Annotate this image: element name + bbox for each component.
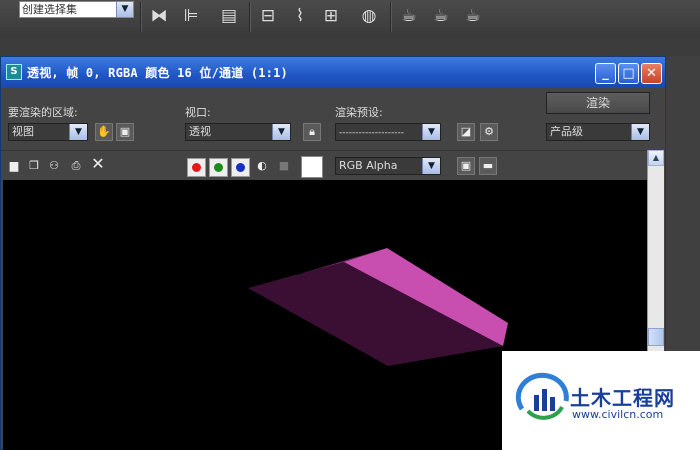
viewport-label: 视口: [185, 106, 211, 119]
clear-icon[interactable]: ✕ [91, 156, 105, 172]
chevron-down-icon[interactable]: ▼ [631, 124, 649, 140]
viewport-dropdown[interactable]: 透视 ▼ [185, 123, 291, 141]
toggle-ui-icon[interactable]: ▬ [479, 157, 497, 175]
channel-display-value: RGB Alpha [339, 159, 398, 172]
preset-label: 渲染预设: [335, 106, 383, 119]
quality-dropdown[interactable]: 产品级 ▼ [546, 123, 650, 141]
preset-dropdown[interactable]: -------------------- ▼ [335, 123, 441, 141]
schematic-view-icon[interactable]: ⊞ [318, 3, 344, 29]
chevron-down-icon[interactable]: ▼ [272, 124, 290, 140]
blue-channel-toggle[interactable] [231, 158, 250, 177]
frame-toolbar: ▆ ❐ ⚇ ⎙ ✕ ◐ ■ RGB Alpha ▼ ▣ ▬ [1, 150, 665, 181]
area-value: 视图 [12, 125, 34, 138]
environment-icon[interactable]: ◪ [457, 123, 475, 141]
channel-display-dropdown[interactable]: RGB Alpha ▼ [335, 157, 441, 175]
toolbar-separator [249, 2, 251, 32]
toolbar-strip [0, 36, 700, 56]
app-icon: S [6, 64, 22, 80]
region-lock-icon[interactable]: ▣ [116, 123, 134, 141]
scene-explorer-icon[interactable]: ⊟ [255, 3, 281, 29]
color-swatch[interactable] [301, 156, 323, 178]
area-label: 要渲染的区域: [8, 106, 78, 119]
chevron-down-icon[interactable]: ▼ [69, 124, 87, 140]
maximize-button[interactable]: □ [618, 63, 639, 84]
render-controls: 要渲染的区域: 视图 ▼ ✋ ▣ 视口: 透视 ▼ 🔒︎ 渲染预设: -----… [1, 88, 665, 150]
material-editor-icon[interactable]: ◍ [356, 3, 382, 29]
toolbar-separator [390, 2, 392, 32]
mirror-icon[interactable]: ⧓ [146, 3, 172, 29]
watermark-brand: 土木工程网 [570, 386, 675, 410]
rendered-frame-icon[interactable]: ☕ [428, 3, 454, 29]
area-dropdown[interactable]: 视图 ▼ [8, 123, 88, 141]
alpha-channel-icon[interactable]: ◐ [255, 159, 269, 173]
watermark-url: www.civilcn.com [572, 408, 664, 421]
render-button[interactable]: 渲染 [546, 92, 650, 114]
selection-set-value: 创建选择集 [22, 3, 77, 16]
copy-icon[interactable]: ❐ [27, 159, 41, 173]
pan-hand-icon[interactable]: ✋ [95, 123, 113, 141]
toggle-ui-overlay-icon[interactable]: ▣ [457, 157, 475, 175]
main-toolbar: 创建选择集 ▼ ⧓ ⊫ ▤ ⊟ ⌇ ⊞ ◍ ☕ ☕ ☕ [0, 0, 700, 37]
window-titlebar[interactable]: S 透视, 帧 0, RGBA 颜色 16 位/通道 (1:1) _ □ ✕ [1, 57, 665, 88]
settings-gear-icon[interactable]: ⚙ [480, 123, 498, 141]
render-production-icon[interactable]: ☕ [460, 3, 486, 29]
clone-icon[interactable]: ⚇ [47, 159, 61, 173]
layer-icon[interactable]: ▤ [216, 3, 242, 29]
scroll-up-arrow-icon[interactable]: ▲ [648, 150, 664, 166]
scroll-thumb[interactable] [648, 328, 664, 346]
chevron-down-icon[interactable]: ▼ [116, 2, 133, 17]
green-channel-toggle[interactable] [209, 158, 228, 177]
selection-set-dropdown[interactable]: 创建选择集 ▼ [19, 1, 134, 18]
watermark-logo-icon [515, 372, 569, 420]
curve-editor-icon[interactable]: ⌇ [287, 3, 313, 29]
close-button[interactable]: ✕ [641, 63, 662, 84]
window-title: 透视, 帧 0, RGBA 颜色 16 位/通道 (1:1) [27, 66, 288, 80]
print-icon[interactable]: ⎙ [69, 159, 83, 173]
chevron-down-icon[interactable]: ▼ [422, 158, 440, 174]
chevron-down-icon[interactable]: ▼ [422, 124, 440, 140]
minimize-button[interactable]: _ [595, 63, 616, 84]
quality-value: 产品级 [550, 125, 583, 138]
viewport-value: 透视 [189, 125, 211, 138]
render-setup-icon[interactable]: ☕ [396, 3, 422, 29]
toolbar-separator [140, 2, 142, 32]
lock-icon[interactable]: 🔒︎ [303, 123, 321, 141]
save-icon[interactable]: ▆ [7, 159, 21, 173]
red-channel-toggle[interactable] [187, 158, 206, 177]
align-icon[interactable]: ⊫ [178, 3, 204, 29]
preset-value: -------------------- [339, 128, 404, 138]
monochrome-icon[interactable]: ■ [277, 159, 291, 173]
